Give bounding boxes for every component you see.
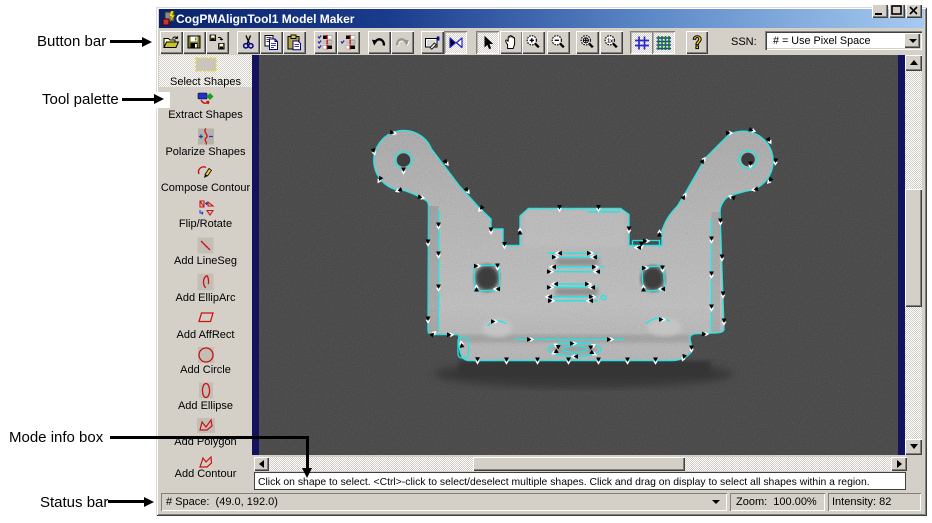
svg-text:1x: 1x (607, 38, 614, 44)
